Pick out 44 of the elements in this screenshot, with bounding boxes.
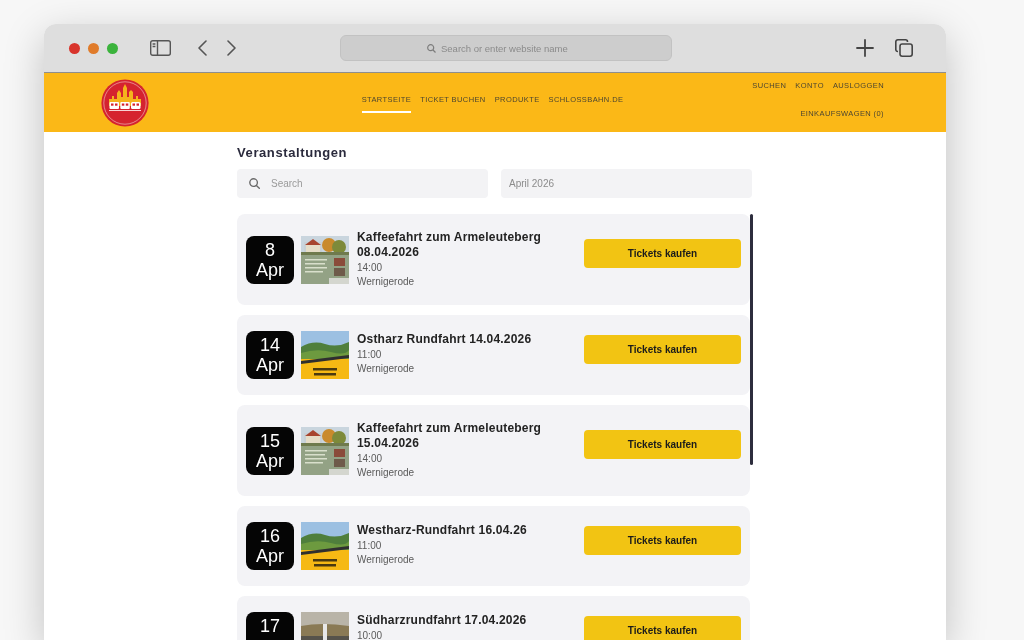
event-location: Wernigerode bbox=[357, 553, 416, 567]
house-poster-drawing bbox=[301, 235, 349, 284]
event-title: Westharz-Rundfahrt 16.04.26 bbox=[357, 523, 528, 538]
month-field[interactable]: April 2026 bbox=[501, 169, 752, 198]
search-icon bbox=[249, 178, 260, 189]
event-location: Wernigerode bbox=[357, 466, 416, 480]
house-poster-drawing bbox=[301, 426, 349, 475]
back-chevron-icon[interactable] bbox=[198, 40, 207, 56]
tickets-button[interactable]: Tickets kaufen bbox=[584, 525, 741, 555]
tabs-overview-icon[interactable] bbox=[895, 39, 913, 57]
sidebar-icon[interactable] bbox=[150, 40, 171, 56]
date-month: Apr bbox=[256, 450, 284, 471]
event-title: Südharzrundfahrt 17.04.2026 bbox=[357, 613, 528, 628]
date-day: 15 bbox=[260, 430, 280, 451]
event-location: Wernigerode bbox=[357, 362, 416, 376]
event-title: Kaffeefahrt zum Armeleuteberg 08.04.2026 bbox=[357, 230, 543, 260]
landscape-poster-drawing bbox=[301, 331, 349, 379]
event-time: 10:00 bbox=[357, 629, 384, 640]
page-title: Veranstaltungen bbox=[237, 144, 349, 162]
date-month: Apr bbox=[256, 355, 284, 375]
search-icon bbox=[427, 43, 436, 53]
event-time: 14:00 bbox=[357, 452, 384, 466]
event-time: 14:00 bbox=[357, 261, 384, 275]
tickets-button[interactable]: Tickets kaufen bbox=[584, 239, 741, 268]
date-day: 17 bbox=[260, 616, 280, 636]
date-day: 14 bbox=[260, 335, 280, 355]
landscape-poster-drawing bbox=[301, 522, 349, 570]
date-day: 8 bbox=[265, 239, 275, 260]
plus-icon[interactable] bbox=[856, 39, 874, 57]
tickets-button[interactable]: Tickets kaufen bbox=[584, 334, 741, 364]
date-day: 16 bbox=[260, 526, 280, 546]
scrollbar-thumb[interactable] bbox=[750, 214, 753, 465]
date-month: Apr bbox=[256, 546, 284, 566]
event-time: 11:00 bbox=[357, 348, 383, 362]
forward-chevron-icon[interactable] bbox=[227, 40, 236, 56]
date-month: Apr bbox=[256, 259, 284, 280]
event-title: Ostharz Rundfahrt 14.04.2026 bbox=[357, 332, 533, 347]
tickets-button[interactable]: Tickets kaufen bbox=[584, 430, 741, 459]
train-emblem-icon[interactable] bbox=[101, 78, 149, 127]
event-title: Kaffeefahrt zum Armeleuteberg 15.04.2026 bbox=[357, 421, 543, 451]
tickets-button[interactable]: Tickets kaufen bbox=[584, 615, 741, 640]
event-time: 11:00 bbox=[357, 539, 383, 553]
search-field[interactable]: Search bbox=[237, 169, 488, 198]
event-location: Wernigerode bbox=[357, 275, 416, 289]
